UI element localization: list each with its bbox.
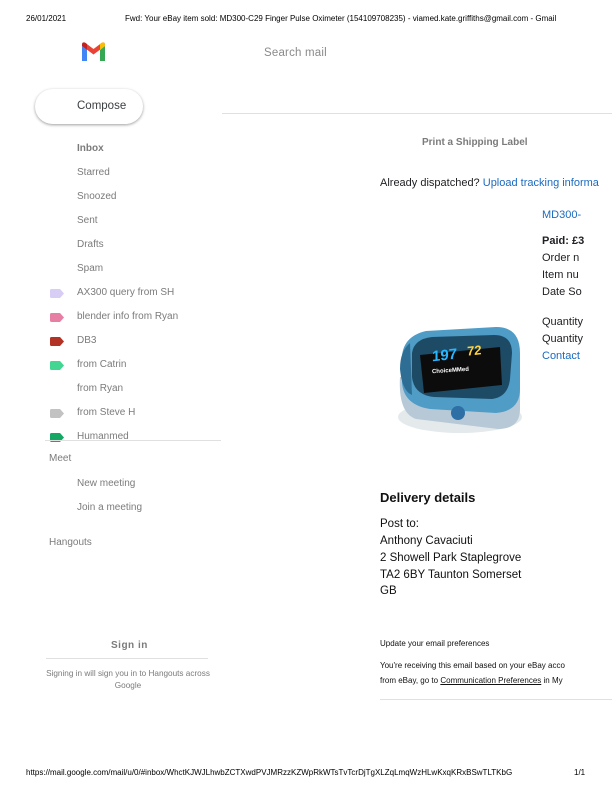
quantity-remaining: Quantity bbox=[542, 333, 583, 345]
print-date: 26/01/2021 bbox=[26, 14, 67, 23]
new-meeting-link[interactable]: New meeting bbox=[77, 478, 135, 489]
dispatched-line: Already dispatched? Upload tracking info… bbox=[380, 177, 599, 189]
print-title: Fwd: Your eBay item sold: MD300-C29 Fing… bbox=[125, 14, 557, 23]
sidebar-item-drafts[interactable]: Drafts bbox=[77, 239, 104, 250]
compose-label: Compose bbox=[77, 100, 127, 112]
item-title-link[interactable]: MD300- bbox=[542, 209, 581, 221]
preferences-line: from eBay, go to Communication Preferenc… bbox=[380, 676, 563, 685]
sidebar-item-starred[interactable]: Starred bbox=[77, 167, 110, 178]
compose-button[interactable]: Compose bbox=[35, 89, 143, 124]
sidebar-label-ax300[interactable]: AX300 query from SH bbox=[77, 287, 174, 298]
toolbar-divider bbox=[222, 113, 612, 114]
address-country: GB bbox=[380, 585, 397, 597]
print-shipping-label-button[interactable]: Print a Shipping Label bbox=[422, 137, 528, 148]
sidebar-label-catrin[interactable]: from Catrin bbox=[77, 359, 126, 370]
communication-preferences-link[interactable]: Communication Preferences bbox=[440, 676, 541, 685]
device-spo2-reading: 197 bbox=[432, 345, 458, 366]
dispatched-text: Already dispatched? bbox=[380, 177, 480, 189]
item-number: Item nu bbox=[542, 269, 579, 281]
delivery-heading: Delivery details bbox=[380, 490, 476, 505]
label-tag-icon bbox=[50, 409, 64, 418]
print-page-number: 1/1 bbox=[574, 768, 586, 777]
hangouts-divider bbox=[46, 658, 208, 659]
address-city: TA2 6BY Taunton Somerset bbox=[380, 569, 522, 581]
receiving-notice: You're receiving this email based on you… bbox=[380, 661, 565, 670]
quantity-sold: Quantity bbox=[542, 316, 583, 328]
sidebar-label-steve[interactable]: from Steve H bbox=[77, 407, 135, 418]
label-tag-icon bbox=[50, 361, 64, 370]
device-pulse-reading: 72 bbox=[467, 342, 482, 359]
footer-divider bbox=[380, 699, 612, 700]
product-image[interactable]: 197 72 ChoiceMMed bbox=[388, 305, 528, 445]
label-tag-icon bbox=[50, 313, 64, 322]
hangouts-sign-in-button[interactable]: Sign in bbox=[111, 640, 148, 651]
hangouts-hint: Signing in will sign you in to Hangouts … bbox=[46, 669, 210, 690]
gmail-logo[interactable] bbox=[80, 42, 107, 63]
hangouts-heading: Hangouts bbox=[49, 537, 92, 548]
address-street: 2 Showell Park Staplegrove bbox=[380, 552, 522, 564]
upload-tracking-link[interactable]: Upload tracking informa bbox=[483, 177, 599, 189]
sidebar-label-ryan[interactable]: from Ryan bbox=[77, 383, 123, 394]
email-preferences-link[interactable]: Update your email preferences bbox=[380, 639, 489, 648]
paid-amount: Paid: £3 bbox=[542, 235, 585, 247]
search-input[interactable]: Search mail bbox=[264, 47, 327, 59]
join-meeting-link[interactable]: Join a meeting bbox=[77, 502, 142, 513]
in-my-text: in My bbox=[543, 676, 563, 685]
from-ebay-text: from eBay, go to bbox=[380, 676, 439, 685]
order-number: Order n bbox=[542, 252, 580, 264]
label-tag-icon bbox=[50, 289, 64, 298]
post-to-label: Post to: bbox=[380, 518, 419, 530]
sidebar-item-inbox[interactable]: Inbox bbox=[77, 143, 104, 154]
sidebar-item-snoozed[interactable]: Snoozed bbox=[77, 191, 116, 202]
sidebar-label-db3[interactable]: DB3 bbox=[77, 335, 96, 346]
sidebar-item-spam[interactable]: Spam bbox=[77, 263, 103, 274]
date-sold: Date So bbox=[542, 286, 582, 298]
contact-buyer-link[interactable]: Contact bbox=[542, 350, 580, 362]
sidebar-item-sent[interactable]: Sent bbox=[77, 215, 98, 226]
print-url: https://mail.google.com/mail/u/0/#inbox/… bbox=[26, 768, 513, 777]
buyer-name: Anthony Cavaciuti bbox=[380, 535, 473, 547]
meet-heading: Meet bbox=[49, 453, 72, 464]
label-tag-icon bbox=[50, 337, 64, 346]
sidebar-divider bbox=[45, 440, 221, 441]
sidebar-label-blender[interactable]: blender info from Ryan bbox=[77, 311, 178, 322]
